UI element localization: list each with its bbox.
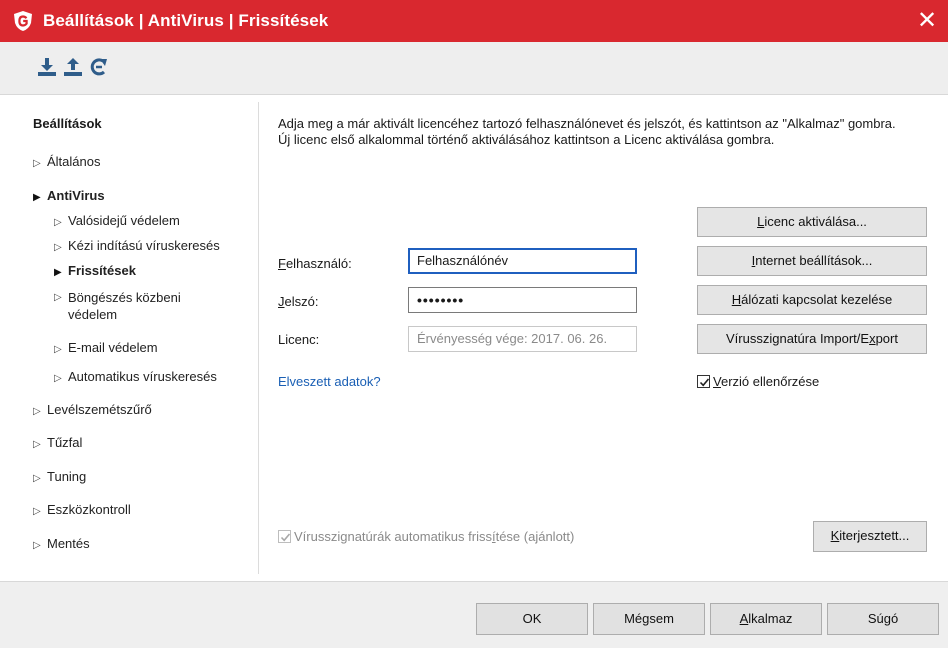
lost-data-link[interactable]: Elveszett adatok?	[278, 374, 381, 389]
sidebar-item-label: Böngészés közbeni védelem	[68, 290, 181, 322]
sidebar-item-backup[interactable]: ▷ Mentés	[33, 535, 90, 554]
chevron-expanded-icon: ▶	[54, 267, 62, 278]
sidebar-item-label: Tűzfal	[47, 435, 83, 450]
sidebar-item-device-control[interactable]: ▷ Eszközkontroll	[33, 501, 131, 520]
sidebar-item-antivirus[interactable]: ▶ AntiVirus	[33, 187, 105, 206]
chevron-right-icon: ▷	[33, 158, 41, 169]
signature-import-export-button[interactable]: Vírusszignatúra Import/Export	[697, 324, 927, 354]
sidebar-item-label: Frissítések	[68, 263, 136, 278]
sidebar-item-manual-scan[interactable]: ▷ Kézi indítású víruskeresés	[54, 237, 220, 256]
user-label: Felhasználó:	[278, 256, 352, 271]
ok-button[interactable]: OK	[476, 603, 588, 635]
chevron-right-icon: ▷	[33, 406, 41, 417]
chevron-right-icon: ▷	[33, 439, 41, 450]
window-title: Beállítások | AntiVirus | Frissítések	[43, 11, 329, 30]
network-connection-button[interactable]: Hálózati kapcsolat kezelése	[697, 285, 927, 315]
chevron-right-icon: ▷	[54, 217, 62, 228]
sidebar-item-label: Valósidejű védelem	[68, 213, 180, 228]
sidebar-item-label: Eszközkontroll	[47, 502, 131, 517]
chevron-right-icon: ▷	[54, 373, 62, 384]
sidebar-item-auto-scan[interactable]: ▷ Automatikus víruskeresés	[54, 368, 217, 387]
intro-line-1: Adja meg a már aktivált licencéhez tarto…	[278, 116, 896, 131]
import-icon[interactable]	[36, 56, 58, 78]
password-field[interactable]: ••••••••	[408, 287, 637, 313]
sidebar-item-spam-filter[interactable]: ▷ Levélszemétszűrő	[33, 401, 152, 420]
sidebar-item-label: Automatikus víruskeresés	[68, 369, 217, 384]
sidebar-item-label: Levélszemétszűrő	[47, 402, 152, 417]
sidebar-item-altalanos[interactable]: ▷ Általános	[33, 153, 100, 172]
title-bar: Beállítások | AntiVirus | Frissítések ✕	[0, 0, 948, 42]
username-field[interactable]: Felhasználónév	[408, 248, 637, 274]
intro-text: Adja meg a már aktivált licencéhez tarto…	[278, 116, 928, 147]
chevron-right-icon: ▷	[33, 473, 41, 484]
sidebar-item-label: Tuning	[47, 469, 87, 484]
chevron-right-icon: ▷	[54, 344, 62, 355]
sidebar-item-label: Általános	[47, 154, 101, 169]
sidebar-item-firewall[interactable]: ▷ Tűzfal	[33, 434, 82, 453]
internet-settings-button[interactable]: Internet beállítások...	[697, 246, 927, 276]
sidebar-item-browsing-protection[interactable]: ▷ Böngészés közbeni védelem	[54, 289, 224, 323]
apply-button[interactable]: Alkalmaz	[710, 603, 822, 635]
toolbar	[0, 42, 948, 95]
sidebar-item-label: Mentés	[47, 536, 90, 551]
chevron-right-icon: ▷	[33, 540, 41, 551]
help-button[interactable]: Súgó	[827, 603, 939, 635]
sidebar-heading: Beállítások	[33, 116, 102, 131]
chevron-right-icon: ▷	[54, 242, 62, 253]
sidebar-item-tuning[interactable]: ▷ Tuning	[33, 468, 86, 487]
sidebar-divider	[258, 102, 259, 574]
license-field: Érvényesség vége: 2017. 06. 26.	[408, 326, 637, 352]
cancel-button[interactable]: Mégsem	[593, 603, 705, 635]
auto-update-checkbox: Vírusszignatúrák automatikus frissítése …	[278, 529, 574, 544]
dialog-footer: OK Mégsem Alkalmaz Súgó	[0, 581, 948, 648]
extended-button[interactable]: Kiterjesztett...	[813, 521, 927, 552]
activate-license-button[interactable]: Licenc aktiválása...	[697, 207, 927, 237]
checkbox-checked-icon	[697, 375, 710, 388]
gdata-shield-icon	[14, 11, 32, 31]
export-icon[interactable]	[62, 56, 84, 78]
sidebar-item-label: E-mail védelem	[68, 340, 158, 355]
sidebar-item-updates[interactable]: ▶ Frissítések	[54, 262, 136, 281]
chevron-right-icon: ▷	[54, 292, 62, 303]
version-check-checkbox[interactable]: Verzió ellenőrzése	[697, 374, 819, 389]
checkbox-checked-icon	[278, 530, 291, 543]
sidebar-item-email-protection[interactable]: ▷ E-mail védelem	[54, 339, 158, 358]
chevron-expanded-icon: ▶	[33, 192, 41, 203]
sidebar-item-label: AntiVirus	[47, 188, 105, 203]
sidebar-item-realtime-protection[interactable]: ▷ Valósidejű védelem	[54, 212, 180, 231]
license-label: Licenc:	[278, 332, 320, 347]
reset-icon[interactable]	[88, 56, 110, 78]
chevron-right-icon: ▷	[33, 506, 41, 517]
sidebar-item-label: Kézi indítású víruskeresés	[68, 238, 220, 253]
password-label: Jelszó:	[278, 294, 319, 309]
close-button[interactable]: ✕	[912, 6, 942, 36]
intro-line-2: Új licenc első alkalommal történő aktivá…	[278, 131, 775, 147]
